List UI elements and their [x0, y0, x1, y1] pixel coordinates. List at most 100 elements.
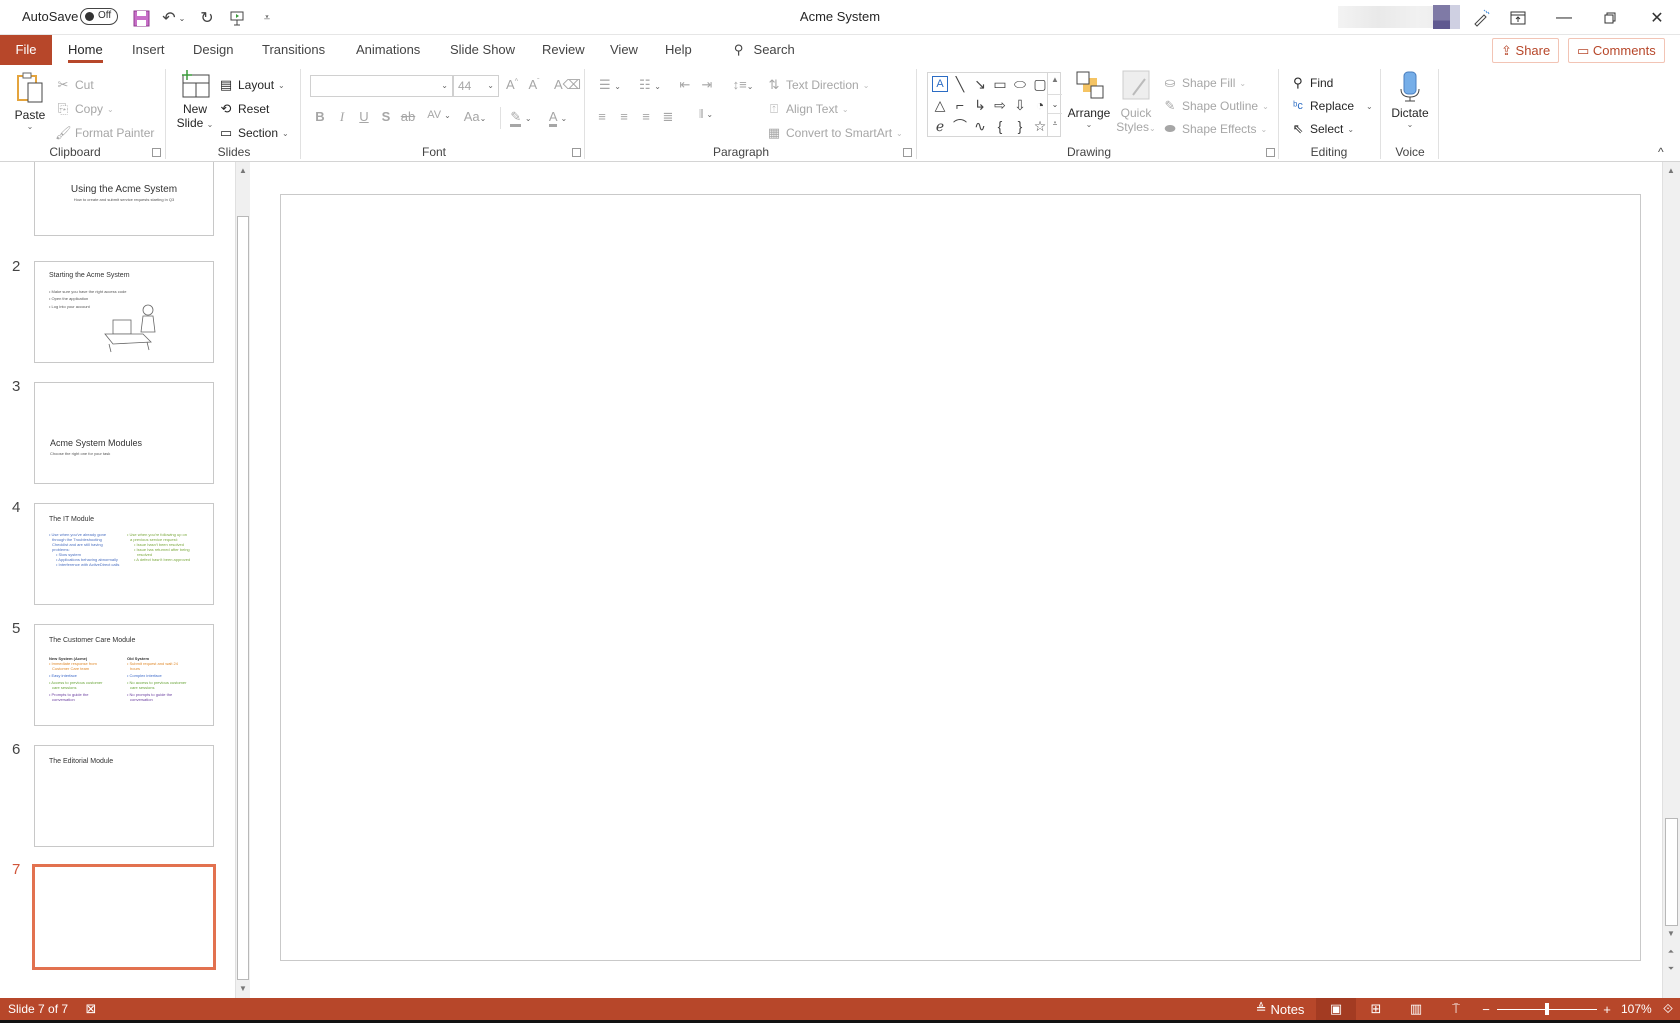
- tab-design[interactable]: Design: [183, 35, 243, 65]
- editor-scrollbar[interactable]: ▲ ▼ ⏶ ⏷: [1662, 162, 1680, 998]
- curve-shape-icon[interactable]: ∿: [970, 116, 990, 136]
- scrollbar-thumb[interactable]: [1665, 818, 1678, 926]
- slide-thumbnail-1[interactable]: Using the Acme System How to create and …: [34, 162, 214, 236]
- restore-button[interactable]: [1587, 0, 1633, 35]
- slide-thumbnail-2[interactable]: Starting the Acme System • Make sure you…: [34, 261, 214, 363]
- new-slide-button[interactable]: New Slide ⌄: [174, 69, 216, 130]
- scroll-up-icon[interactable]: ▲: [1664, 164, 1678, 178]
- change-case-button[interactable]: Aa⌄: [458, 109, 492, 124]
- character-spacing-button[interactable]: AV ⌄: [422, 109, 456, 121]
- scroll-down-icon[interactable]: ▼: [236, 982, 250, 996]
- zoom-in-button[interactable]: +: [1597, 998, 1617, 1020]
- reset-button[interactable]: ⟲ Reset: [218, 99, 270, 119]
- arc-shape-icon[interactable]: ⌒: [950, 116, 970, 136]
- text-shadow-button[interactable]: S: [376, 109, 396, 124]
- arrange-button[interactable]: Arrange ⌄: [1066, 69, 1112, 129]
- line-spacing-button[interactable]: ↕≡⌄: [727, 77, 759, 92]
- clear-formatting-button[interactable]: A⌫: [554, 77, 581, 93]
- align-left-button[interactable]: ≡: [592, 109, 612, 124]
- convert-smartart-button[interactable]: ▦ Convert to SmartArt ⌄: [766, 123, 903, 143]
- cut-button[interactable]: ✂ Cut: [55, 75, 94, 95]
- tab-review[interactable]: Review: [532, 35, 595, 65]
- format-painter-button[interactable]: 🖌 Format Painter: [55, 123, 154, 143]
- tab-file[interactable]: File: [0, 35, 52, 65]
- zoom-slider-handle[interactable]: [1545, 1003, 1549, 1015]
- triangle-shape-icon[interactable]: △: [930, 95, 950, 115]
- strikethrough-button[interactable]: ab: [398, 109, 418, 124]
- increase-indent-button[interactable]: ⇥: [697, 77, 717, 93]
- right-brace-shape-icon[interactable]: }: [1010, 116, 1030, 136]
- accessibility-button[interactable]: ⊠: [76, 998, 106, 1020]
- slide-show-button[interactable]: ⍑: [1436, 998, 1476, 1020]
- elbow-arrow-shape-icon[interactable]: ↳: [970, 95, 990, 115]
- scribble-shape-icon[interactable]: ℯ: [930, 116, 950, 136]
- ribbon-display-options-button[interactable]: [1495, 0, 1541, 35]
- previous-slide-icon[interactable]: ⏶: [1664, 945, 1678, 959]
- slide-thumbnail-3[interactable]: Acme System Modules Choose the right one…: [34, 382, 214, 484]
- gallery-down-icon[interactable]: ⌄: [1048, 94, 1062, 114]
- tab-slide-show[interactable]: Slide Show: [440, 35, 525, 65]
- shape-fill-button[interactable]: ⛀ Shape Fill ⌄: [1162, 73, 1247, 93]
- elbow-connector-shape-icon[interactable]: ⌐: [950, 95, 970, 115]
- font-color-button[interactable]: A ⌄: [542, 109, 574, 127]
- notes-button[interactable]: ≜ Notes: [1245, 998, 1315, 1020]
- left-brace-shape-icon[interactable]: {: [990, 116, 1010, 136]
- start-slideshow-button[interactable]: [226, 7, 248, 29]
- quick-styles-button[interactable]: Quick Styles⌄: [1114, 69, 1158, 134]
- align-right-button[interactable]: ≡: [636, 109, 656, 124]
- font-name-combobox[interactable]: ⌄: [310, 75, 453, 97]
- shape-effects-button[interactable]: ⬬ Shape Effects ⌄: [1162, 119, 1267, 139]
- right-arrow-shape-icon[interactable]: ⇨: [990, 95, 1010, 115]
- zoom-level[interactable]: 107%: [1621, 1002, 1652, 1016]
- tab-transitions[interactable]: Transitions: [252, 35, 335, 65]
- bold-button[interactable]: B: [310, 109, 330, 124]
- undo-dropdown[interactable]: ⌄: [176, 7, 188, 29]
- slide-thumbnail-7[interactable]: [32, 864, 216, 970]
- minimize-button[interactable]: —: [1541, 0, 1587, 35]
- scrollbar-thumb[interactable]: [237, 216, 249, 980]
- down-arrow-shape-icon[interactable]: ⇩: [1010, 95, 1030, 115]
- shape-outline-button[interactable]: ✎ Shape Outline ⌄: [1162, 96, 1269, 116]
- comments-button[interactable]: ▭ Comments: [1568, 38, 1665, 63]
- copy-button[interactable]: ⎘ Copy ⌄: [55, 99, 114, 119]
- select-button[interactable]: ⇖ Select ⌄: [1290, 119, 1355, 139]
- autosave-toggle[interactable]: Off: [80, 8, 118, 25]
- save-button[interactable]: [130, 7, 152, 29]
- fit-to-window-button[interactable]: ⟐: [1656, 998, 1680, 1020]
- increase-font-size-button[interactable]: A^: [502, 77, 522, 92]
- thumbnail-scrollbar[interactable]: ▲ ▼: [235, 162, 250, 998]
- section-button[interactable]: ▭ Section ⌄: [218, 123, 289, 143]
- current-slide-canvas[interactable]: [280, 194, 1641, 961]
- gallery-up-icon[interactable]: ▲: [1048, 73, 1062, 87]
- oval-shape-icon[interactable]: ⬭: [1010, 74, 1030, 94]
- decrease-font-size-button[interactable]: Aˇ: [524, 77, 544, 92]
- gallery-more-icon[interactable]: ⩡: [1048, 117, 1062, 131]
- decrease-indent-button[interactable]: ⇤: [675, 77, 695, 93]
- font-size-combobox[interactable]: 44 ⌄: [453, 75, 499, 97]
- text-box-shape-icon[interactable]: A: [932, 76, 948, 92]
- highlight-color-button[interactable]: ✎ ⌄: [505, 109, 537, 127]
- find-button[interactable]: ⚲ Find: [1290, 73, 1333, 93]
- normal-view-button[interactable]: ▣: [1316, 998, 1356, 1020]
- font-dialog-launcher[interactable]: [572, 148, 581, 157]
- justify-button[interactable]: ≣: [658, 109, 678, 125]
- tab-animations[interactable]: Animations: [346, 35, 430, 65]
- underline-button[interactable]: U: [354, 109, 374, 124]
- tab-insert[interactable]: Insert: [122, 35, 175, 65]
- layout-button[interactable]: ▤ Layout ⌄: [218, 75, 285, 95]
- zoom-out-button[interactable]: −: [1476, 998, 1496, 1020]
- scroll-up-icon[interactable]: ▲: [236, 164, 250, 178]
- text-direction-button[interactable]: ⇅ Text Direction ⌄: [766, 75, 870, 95]
- italic-button[interactable]: I: [332, 109, 352, 125]
- slide-sorter-button[interactable]: ⊞: [1356, 998, 1396, 1020]
- tab-view[interactable]: View: [600, 35, 648, 65]
- paragraph-dialog-launcher[interactable]: [903, 148, 912, 157]
- scroll-down-icon[interactable]: ▼: [1664, 927, 1678, 941]
- redo-button[interactable]: ↻: [196, 7, 218, 29]
- close-button[interactable]: ✕: [1634, 0, 1680, 35]
- numbering-button[interactable]: ☷ ⌄: [632, 77, 668, 93]
- slide-thumbnail-5[interactable]: The Customer Care Module New System (Acm…: [34, 624, 214, 726]
- align-center-button[interactable]: ≡: [614, 109, 634, 124]
- drawing-dialog-launcher[interactable]: [1266, 148, 1275, 157]
- avatar[interactable]: [1433, 5, 1450, 29]
